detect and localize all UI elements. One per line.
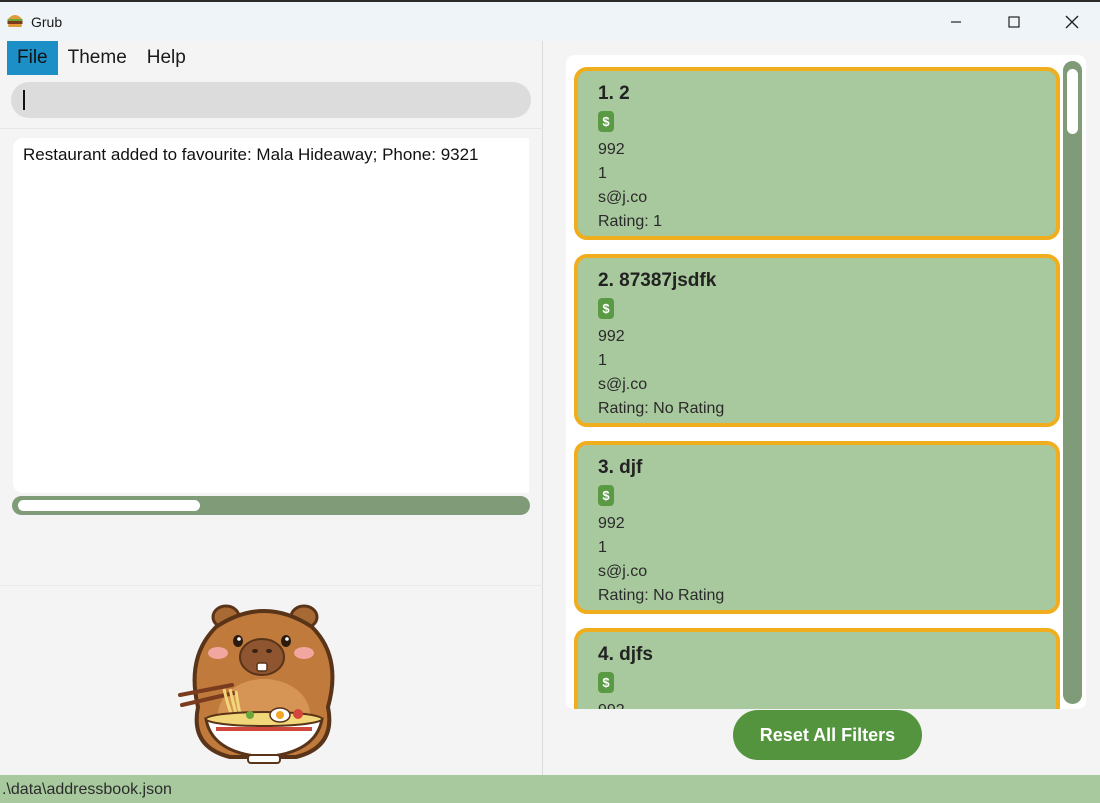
maximize-button[interactable] <box>985 2 1043 41</box>
card-title: 2. 87387jsdfk <box>598 270 717 291</box>
price-badge: $ <box>598 485 614 506</box>
reset-all-filters-button[interactable]: Reset All Filters <box>733 710 922 760</box>
card-rating: Rating: 1 <box>598 213 663 230</box>
restaurant-list[interactable]: 1. 2 $ 992 1 s@j.co Rating: 1 2. 87387js… <box>566 55 1086 709</box>
restaurant-card[interactable]: 2. 87387jsdfk $ 992 1 s@j.co Rating: No … <box>574 254 1060 427</box>
divider <box>0 128 543 129</box>
burger-app-icon <box>7 15 23 27</box>
card-email: s@j.co <box>598 376 648 393</box>
card-phone: 992 <box>598 141 625 158</box>
vertical-scrollbar[interactable] <box>1063 61 1082 704</box>
right-pane: 1. 2 $ 992 1 s@j.co Rating: 1 2. 87387js… <box>544 41 1100 775</box>
menu-bar: File Theme Help <box>7 41 196 75</box>
restaurant-card[interactable]: 3. djf $ 992 1 s@j.co Rating: No Rating <box>574 441 1060 614</box>
card-email: s@j.co <box>598 563 648 580</box>
window-title: Grub <box>31 14 63 30</box>
card-rating: Rating: No Rating <box>598 400 725 417</box>
result-display[interactable]: Restaurant added to favourite: Mala Hide… <box>13 138 529 493</box>
card-title: 1. 2 <box>598 83 630 104</box>
minimize-button[interactable] <box>927 2 985 41</box>
maximize-icon <box>1008 15 1020 28</box>
card-phone: 992 <box>598 328 625 345</box>
close-button[interactable] <box>1043 2 1100 41</box>
price-badge: $ <box>598 298 614 319</box>
restaurant-card[interactable]: 4. djfs $ 992 <box>574 628 1060 709</box>
title-bar: Grub <box>0 0 1100 41</box>
data-file-path: .\data\addressbook.json <box>2 781 172 798</box>
left-pane: File Theme Help Restaurant added to favo… <box>0 41 543 775</box>
card-phone: 992 <box>598 515 625 532</box>
restaurant-card[interactable]: 1. 2 $ 992 1 s@j.co Rating: 1 <box>574 67 1060 240</box>
close-icon <box>1065 15 1079 28</box>
card-address: 1 <box>598 352 607 369</box>
minimize-icon <box>951 20 961 23</box>
price-badge: $ <box>598 672 614 693</box>
divider <box>0 585 543 586</box>
card-rating: Rating: No Rating <box>598 587 725 604</box>
capybara-ramen-mascot <box>178 604 335 764</box>
menu-help[interactable]: Help <box>137 41 196 75</box>
menu-file[interactable]: File <box>7 41 58 75</box>
card-email: s@j.co <box>598 189 648 206</box>
card-title: 4. djfs <box>598 644 653 665</box>
card-address: 1 <box>598 539 607 556</box>
text-caret <box>23 90 25 110</box>
scrollbar-thumb[interactable] <box>18 500 200 511</box>
command-input[interactable] <box>11 82 531 118</box>
horizontal-scrollbar[interactable] <box>12 496 530 515</box>
card-address: 1 <box>598 165 607 182</box>
result-message: Restaurant added to favourite: Mala Hide… <box>23 145 479 164</box>
card-title: 3. djf <box>598 457 643 478</box>
status-bar: .\data\addressbook.json <box>0 775 1100 803</box>
price-badge: $ <box>598 111 614 132</box>
card-phone: 992 <box>598 702 625 709</box>
scrollbar-thumb[interactable] <box>1067 69 1078 134</box>
menu-theme[interactable]: Theme <box>58 41 137 75</box>
